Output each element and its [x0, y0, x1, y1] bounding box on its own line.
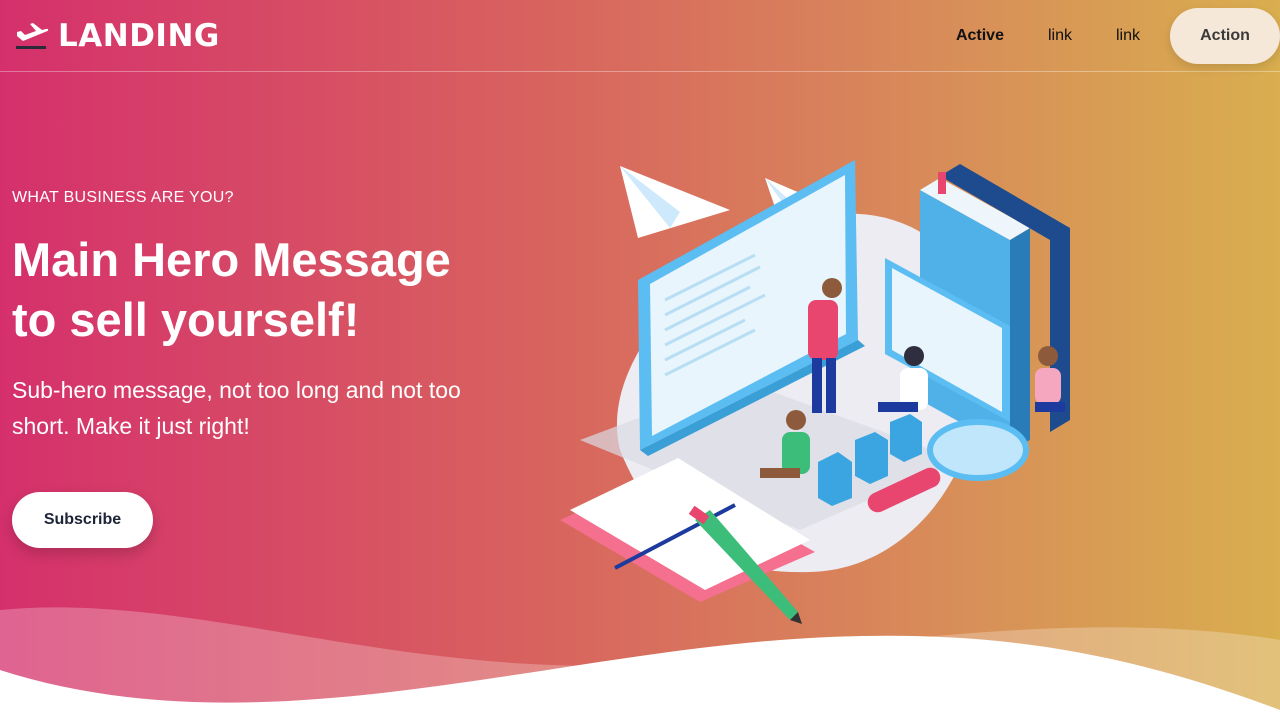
- action-button[interactable]: Action: [1170, 8, 1280, 64]
- nav-link-active[interactable]: Active: [934, 8, 1026, 64]
- magnifier-lens: [927, 419, 1029, 481]
- hero-title-line2: to sell yourself!: [12, 293, 360, 346]
- nav-links: Active link link Action: [934, 8, 1280, 64]
- hero-text: WHAT BUSINESS ARE YOU? Main Hero Message…: [12, 188, 532, 444]
- hero-title-line1: Main Hero Message: [12, 233, 451, 286]
- nav-link-1[interactable]: link: [1026, 8, 1094, 64]
- nav-link-2[interactable]: link: [1094, 8, 1162, 64]
- brand-name: LANDING: [58, 18, 220, 54]
- navbar: LANDING Active link link Action: [0, 0, 1280, 72]
- hero-subtitle: Sub-hero message, not too long and not t…: [12, 377, 461, 439]
- block-cube: [818, 452, 852, 506]
- paper-plane-icon: [620, 166, 730, 238]
- block-cube: [890, 414, 922, 462]
- hero-title: Main Hero Message to sell yourself!: [12, 230, 532, 350]
- brand-logo-link[interactable]: LANDING: [14, 12, 220, 60]
- hero-illustration: [560, 160, 1070, 624]
- hero-eyebrow: WHAT BUSINESS ARE YOU?: [12, 189, 234, 206]
- plane-departure-icon: [16, 23, 49, 49]
- subscribe-button[interactable]: Subscribe: [12, 492, 153, 548]
- block-cube: [855, 432, 888, 484]
- bottom-wave: [0, 607, 1280, 720]
